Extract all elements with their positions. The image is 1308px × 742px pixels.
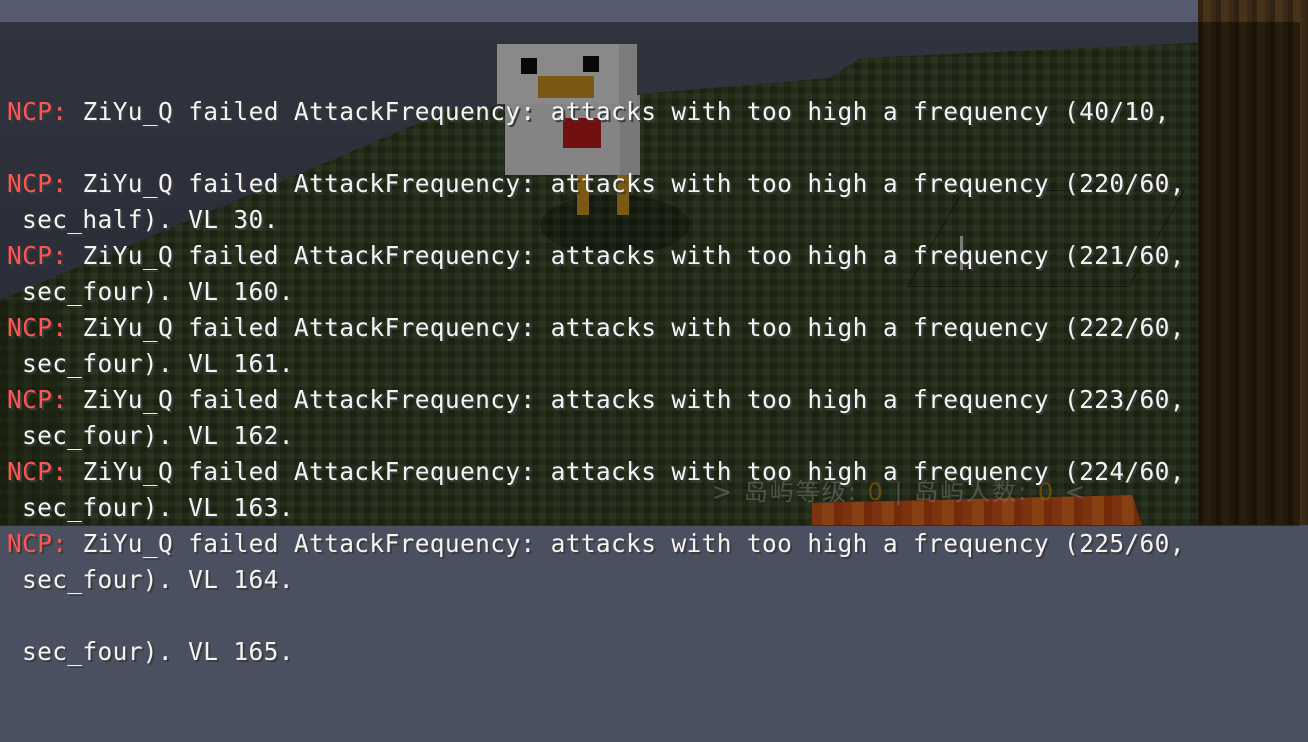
ncp-prefix: NCP:	[7, 313, 68, 342]
chat-message-text: ZiYu_Q failed AttackFrequency: attacks w…	[67, 313, 1185, 342]
chat-message: NCP: ZiYu_Q failed AttackFrequency: atta…	[0, 22, 1300, 234]
ncp-prefix: NCP:	[7, 457, 68, 486]
chat-message-continuation: sec_four). VL 165.	[22, 637, 294, 666]
ncp-prefix: NCP:	[7, 529, 68, 558]
ncp-prefix: NCP:	[7, 241, 68, 270]
chat-message-continuation: sec_four). VL 164.	[22, 565, 294, 594]
chat-message-text: ZiYu_Q failed AttackFrequency: attacks w…	[67, 241, 1185, 270]
ncp-prefix: NCP:	[7, 385, 68, 414]
chat-overlay: NCP: ZiYu_Q failed AttackFrequency: atta…	[0, 22, 1300, 666]
chat-message-text: ZiYu_Q failed AttackFrequency: attacks w…	[67, 169, 1185, 198]
ncp-prefix: NCP:	[7, 169, 68, 198]
ncp-prefix: NCP:	[7, 97, 68, 126]
chat-message-text: ZiYu_Q failed AttackFrequency: attacks w…	[67, 97, 1170, 126]
chat-message-text: ZiYu_Q failed AttackFrequency: attacks w…	[67, 529, 1185, 558]
chat-message-text: ZiYu_Q failed AttackFrequency: attacks w…	[67, 385, 1185, 414]
chat-message-text: ZiYu_Q failed AttackFrequency: attacks w…	[67, 457, 1185, 486]
